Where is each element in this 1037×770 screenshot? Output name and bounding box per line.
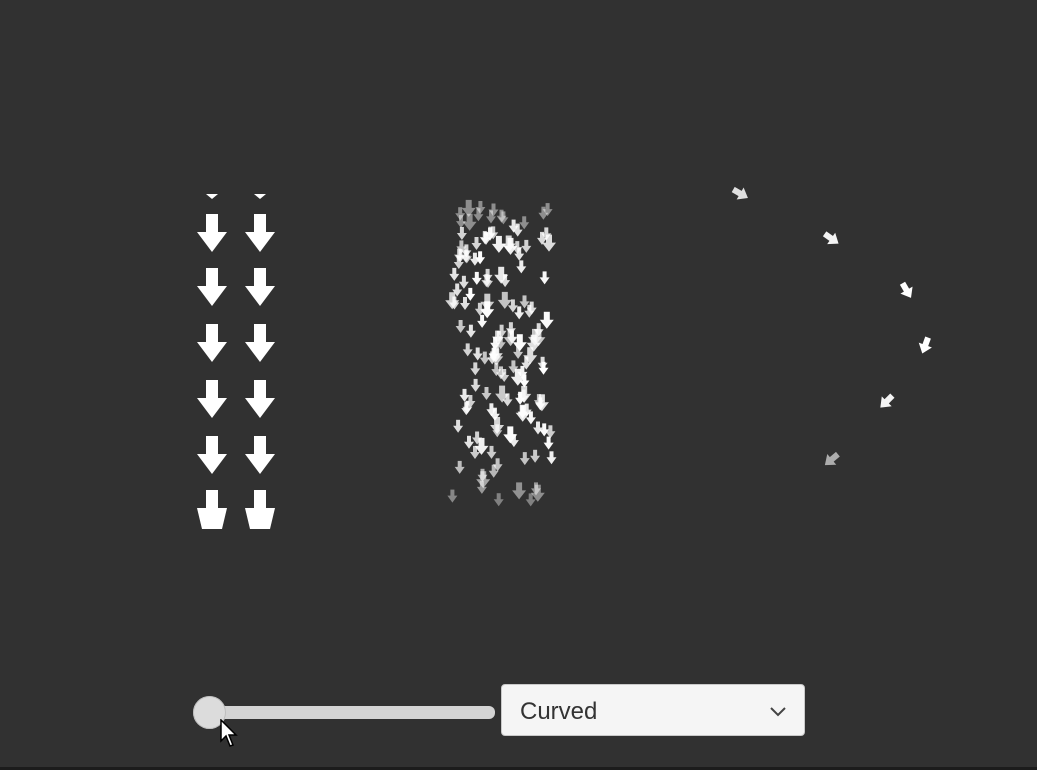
curved-path-arrow (729, 183, 752, 205)
down-arrow (197, 268, 227, 306)
small-down-arrow (530, 449, 541, 463)
small-down-arrow (447, 489, 458, 503)
small-down-arrow (465, 324, 476, 338)
small-down-arrow (454, 460, 465, 474)
path-mode-dropdown[interactable]: Curved (501, 684, 805, 736)
down-arrow (245, 324, 275, 362)
small-down-arrow (449, 267, 460, 281)
curved-path-arrow (875, 390, 898, 413)
down-arrow (197, 324, 227, 362)
small-down-arrow (516, 260, 527, 274)
curved-path-arrow (820, 228, 843, 250)
curved-path-arrow (896, 279, 918, 302)
small-down-arrow (460, 297, 470, 310)
small-down-arrow (456, 227, 467, 240)
down-arrow (197, 436, 227, 474)
down-arrow (245, 380, 275, 418)
down-arrow (197, 380, 227, 418)
small-down-arrow (519, 452, 530, 466)
small-down-arrow (486, 445, 497, 459)
small-down-arrow (476, 471, 491, 489)
small-down-arrow (543, 436, 554, 450)
down-arrow-head (245, 508, 275, 529)
small-down-arrow (459, 388, 470, 402)
small-down-arrow (519, 216, 530, 230)
down-arrow (245, 214, 275, 252)
small-down-arrow (471, 237, 482, 250)
small-down-arrow (539, 311, 554, 329)
chevron-down-icon (770, 707, 786, 717)
small-down-arrow (521, 239, 532, 253)
small-down-arrow (471, 271, 482, 285)
small-down-arrow (546, 451, 557, 465)
slider-track[interactable] (203, 706, 495, 719)
down-arrow (245, 436, 275, 474)
dropdown-selected-value: Curved (520, 698, 598, 725)
arrow-tip (206, 194, 218, 199)
small-down-arrow (455, 320, 466, 333)
small-down-arrow (470, 362, 481, 376)
curved-arrow-arc (729, 183, 935, 471)
random-arrow-spray (445, 199, 557, 507)
small-down-arrow (481, 387, 492, 400)
small-down-arrow (477, 314, 488, 328)
small-down-arrow (470, 378, 481, 392)
mouse-cursor-icon (220, 719, 238, 747)
scene-canvas (197, 183, 935, 529)
small-down-arrow (539, 271, 550, 285)
linear-arrow-grid (197, 194, 275, 529)
small-down-arrow (545, 425, 556, 439)
down-arrow-shaft (206, 490, 218, 510)
small-down-arrow (453, 419, 464, 433)
small-down-arrow (462, 343, 473, 357)
down-arrow (245, 268, 275, 306)
small-down-arrow (512, 482, 527, 500)
down-arrow-shaft (254, 490, 266, 510)
curved-path-arrow (915, 335, 935, 356)
arrow-tip (254, 194, 266, 199)
curved-path-arrow (820, 448, 843, 471)
down-arrow (197, 214, 227, 252)
small-down-arrow (493, 493, 504, 507)
down-arrow-head (197, 508, 227, 529)
small-down-arrow (458, 275, 469, 289)
scene-viewport: Curved (0, 0, 1037, 768)
